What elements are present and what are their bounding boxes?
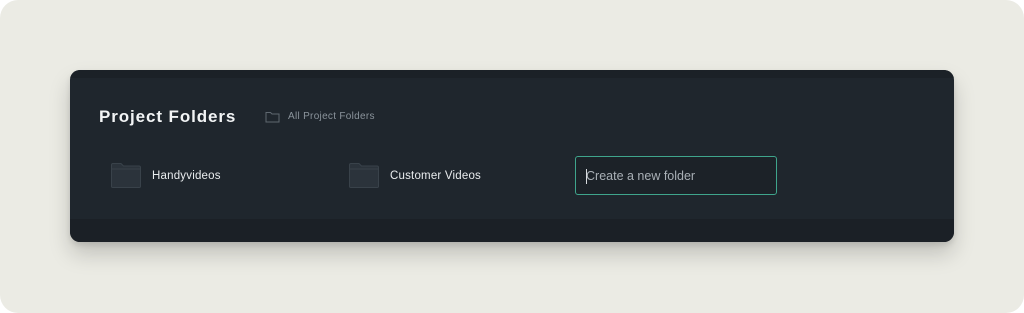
project-folders-panel: Project Folders All Project Folders Hand…: [70, 70, 954, 242]
panel-top-strip: [70, 70, 954, 78]
folder-outline-icon: [265, 112, 280, 123]
all-project-folders-label: All Project Folders: [288, 111, 375, 122]
new-folder-input[interactable]: [576, 157, 776, 194]
folder-item-customer-videos[interactable]: Customer Videos: [349, 163, 481, 188]
folder-item-handyvideos[interactable]: Handyvideos: [111, 163, 221, 188]
panel-title: Project Folders: [99, 107, 237, 126]
folder-icon: [111, 163, 141, 188]
new-folder-field[interactable]: [575, 156, 777, 195]
folder-name: Customer Videos: [390, 169, 481, 182]
text-cursor: [586, 169, 587, 184]
folder-icon: [349, 163, 379, 188]
all-project-folders-link[interactable]: All Project Folders: [265, 110, 375, 124]
panel-footer: [70, 219, 954, 242]
folder-name: Handyvideos: [152, 169, 221, 182]
